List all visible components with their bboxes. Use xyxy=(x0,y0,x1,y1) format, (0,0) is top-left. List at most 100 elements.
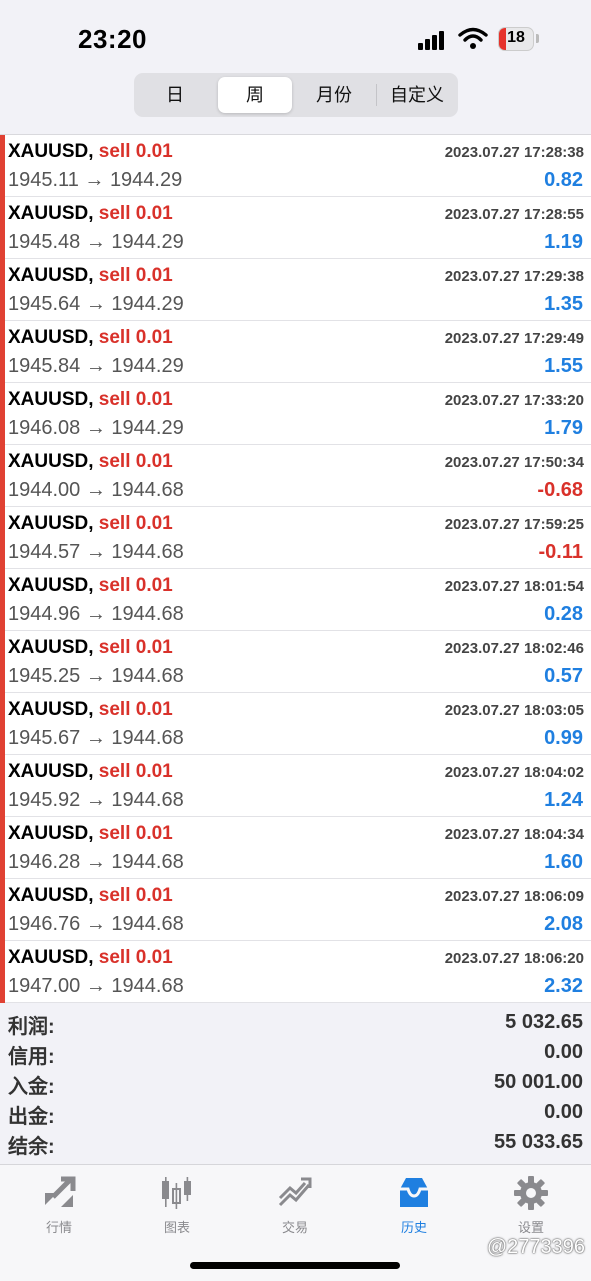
trade-close-price: 1944.68 xyxy=(111,727,184,749)
trade-prices: 1947.00 → 1944.68 xyxy=(8,975,184,998)
trade-side: sell 0.01 xyxy=(98,947,173,968)
trade-row[interactable]: XAUUSD, sell 0.01 2023.07.27 17:29:38 1945… xyxy=(0,259,591,321)
segment-month[interactable]: 月份 xyxy=(296,77,372,113)
summary-balance-row: 结余: 55 033.65 xyxy=(0,1128,591,1158)
trade-symbol: XAUUSD, xyxy=(8,327,94,348)
tab-settings[interactable]: 设置 xyxy=(481,1175,581,1239)
sell-indicator-bar xyxy=(0,135,5,197)
trade-symbol-line: XAUUSD, sell 0.01 xyxy=(8,947,173,969)
arrow-right-icon: → xyxy=(78,169,110,191)
trade-prices: 1945.48 → 1944.29 xyxy=(8,231,184,254)
tab-history[interactable]: 历史 xyxy=(364,1175,464,1239)
trade-close-price: 1944.68 xyxy=(111,789,184,811)
trade-row[interactable]: XAUUSD, sell 0.01 2023.07.27 17:59:25 1944… xyxy=(0,507,591,569)
trade-side: sell 0.01 xyxy=(98,141,173,162)
trade-row[interactable]: XAUUSD, sell 0.01 2023.07.27 17:33:20 1946… xyxy=(0,383,591,445)
trade-row[interactable]: XAUUSD, sell 0.01 2023.07.27 18:02:46 1945… xyxy=(0,631,591,693)
trade-datetime: 2023.07.27 17:50:34 xyxy=(444,454,584,471)
trade-datetime: 2023.07.27 17:59:25 xyxy=(444,516,584,533)
trade-prices: 1945.64 → 1944.29 xyxy=(8,293,184,316)
trade-side: sell 0.01 xyxy=(98,513,173,534)
trade-symbol: XAUUSD, xyxy=(8,575,94,596)
trade-prices: 1944.96 → 1944.68 xyxy=(8,603,184,626)
tab-chart[interactable]: 图表 xyxy=(127,1175,227,1239)
trade-close-price: 1944.29 xyxy=(109,169,183,191)
summary-withdrawal-label: 出金: xyxy=(8,1106,55,1128)
trade-profit: 1.19 xyxy=(544,231,583,253)
trade-open-price: 1945.48 xyxy=(8,231,81,253)
trade-close-price: 1944.68 xyxy=(111,541,184,563)
trade-profit: 1.35 xyxy=(544,293,583,315)
trade-symbol: XAUUSD, xyxy=(8,203,94,224)
trade-datetime: 2023.07.27 18:04:34 xyxy=(444,826,584,843)
trade-row[interactable]: XAUUSD, sell 0.01 2023.07.27 18:06:09 1946… xyxy=(0,879,591,941)
trade-prices: 1946.28 → 1944.68 xyxy=(8,851,184,874)
trade-symbol: XAUUSD, xyxy=(8,885,94,906)
arrow-right-icon: → xyxy=(80,603,112,625)
segment-week[interactable]: 周 xyxy=(218,77,292,113)
trade-prices: 1946.08 → 1944.29 xyxy=(8,417,184,440)
wifi-icon xyxy=(458,27,488,49)
tab-trade[interactable]: 交易 xyxy=(245,1175,345,1239)
trade-symbol-line: XAUUSD, sell 0.01 xyxy=(8,513,173,535)
trade-close-price: 1944.68 xyxy=(111,975,184,997)
summary-balance-label: 结余: xyxy=(8,1136,55,1158)
summary-profit-label: 利润: xyxy=(8,1016,55,1038)
trade-row[interactable]: XAUUSD, sell 0.01 2023.07.27 17:50:34 1944… xyxy=(0,445,591,507)
trade-datetime: 2023.07.27 18:04:02 xyxy=(444,764,584,781)
summary-withdrawal-value: 0.00 xyxy=(544,1101,583,1123)
trade-profit: 1.60 xyxy=(544,851,583,873)
trade-symbol: XAUUSD, xyxy=(8,699,94,720)
segment-custom[interactable]: 自定义 xyxy=(380,77,454,113)
segment-day[interactable]: 日 xyxy=(138,77,212,113)
trade-row[interactable]: XAUUSD, sell 0.01 2023.07.27 17:28:55 1945… xyxy=(0,197,591,259)
trade-side: sell 0.01 xyxy=(98,823,173,844)
trade-row[interactable]: XAUUSD, sell 0.01 2023.07.27 18:06:20 1947… xyxy=(0,941,591,1003)
sell-indicator-bar xyxy=(0,693,5,755)
summary-deposit-label: 入金: xyxy=(8,1076,55,1098)
trade-row[interactable]: XAUUSD, sell 0.01 2023.07.27 17:29:49 1945… xyxy=(0,321,591,383)
trade-symbol: XAUUSD, xyxy=(8,513,94,534)
trade-datetime: 2023.07.27 17:29:49 xyxy=(444,330,584,347)
trade-row[interactable]: XAUUSD, sell 0.01 2023.07.27 18:01:54 1944… xyxy=(0,569,591,631)
trade-close-price: 1944.68 xyxy=(111,479,184,501)
trade-row[interactable]: XAUUSD, sell 0.01 2023.07.27 17:28:38 1945… xyxy=(0,135,591,197)
summary-credit-value: 0.00 xyxy=(544,1041,583,1063)
summary-balance-value: 55 033.65 xyxy=(494,1131,583,1153)
tab-chart-label: 图表 xyxy=(163,1220,190,1235)
trade-open-price: 1944.96 xyxy=(8,603,81,625)
trade-side: sell 0.01 xyxy=(98,451,173,472)
sell-indicator-bar xyxy=(0,631,5,693)
history-icon xyxy=(400,1178,428,1207)
summary-deposit-row: 入金: 50 001.00 xyxy=(0,1068,591,1098)
trade-symbol-line: XAUUSD, sell 0.01 xyxy=(8,575,173,597)
arrow-right-icon: → xyxy=(80,355,112,377)
trade-datetime: 2023.07.27 17:28:38 xyxy=(444,144,584,161)
arrow-right-icon: → xyxy=(80,913,112,935)
trade-open-price: 1945.84 xyxy=(8,355,81,377)
trade-symbol: XAUUSD, xyxy=(8,265,94,286)
trade-close-price: 1944.29 xyxy=(111,231,184,253)
trade-datetime: 2023.07.27 18:03:05 xyxy=(444,702,584,719)
trade-row[interactable]: XAUUSD, sell 0.01 2023.07.27 18:04:02 1945… xyxy=(0,755,591,817)
arrow-right-icon: → xyxy=(80,975,112,997)
settings-icon xyxy=(514,1176,548,1210)
trade-open-price: 1946.76 xyxy=(8,913,81,935)
trade-row[interactable]: XAUUSD, sell 0.01 2023.07.27 18:03:05 1945… xyxy=(0,693,591,755)
trade-close-price: 1944.68 xyxy=(111,913,184,935)
trade-row[interactable]: XAUUSD, sell 0.01 2023.07.27 18:04:34 1946… xyxy=(0,817,591,879)
trade-open-price: 1946.28 xyxy=(8,851,81,873)
sell-indicator-bar xyxy=(0,817,5,879)
account-summary: 利润: 5 032.65 信用: 0.00 入金: 50 001.00 出金: … xyxy=(0,1008,591,1158)
trade-symbol: XAUUSD, xyxy=(8,141,94,162)
trade-side: sell 0.01 xyxy=(98,327,173,348)
tab-quotes-label: 行情 xyxy=(45,1220,72,1235)
home-indicator[interactable] xyxy=(190,1262,400,1269)
tab-trade-label: 交易 xyxy=(281,1220,308,1235)
tab-quotes[interactable]: 行情 xyxy=(9,1175,109,1239)
trade-open-price: 1945.25 xyxy=(8,665,81,687)
trade-open-price: 1945.11 xyxy=(8,169,79,191)
signal-icon xyxy=(418,30,448,50)
trade-open-price: 1945.92 xyxy=(8,789,81,811)
trade-side: sell 0.01 xyxy=(98,265,173,286)
